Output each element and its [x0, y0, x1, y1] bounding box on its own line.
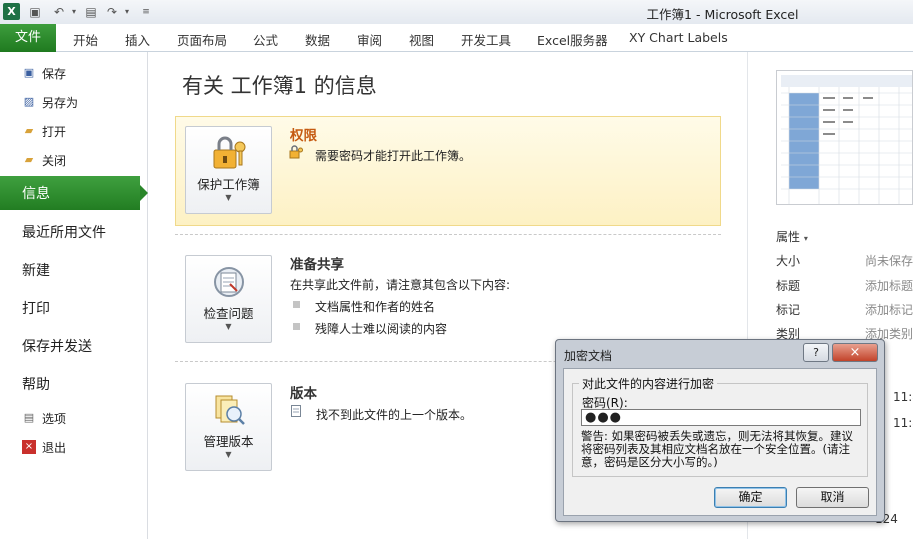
backstage-nav: ▣ 保存 ▨ 另存为 ▰ 打开 ▰ 关闭 信息 最近所用文件 新建 打印 保存并…	[0, 52, 148, 539]
prepare-item: 残障人士难以阅读的内容	[315, 322, 448, 336]
nav-save-as-label: 另存为	[42, 95, 79, 110]
lock-small-icon	[289, 145, 303, 159]
workbook-preview-thumbnail[interactable]	[776, 70, 913, 205]
bullet-icon	[293, 301, 300, 308]
section-divider	[175, 234, 721, 235]
property-size-value: 尚未保存	[865, 254, 913, 268]
cancel-button[interactable]: 取消	[796, 487, 869, 508]
document-small-icon	[291, 405, 301, 417]
nav-exit-label: 退出	[42, 440, 67, 455]
nav-help[interactable]: 帮助	[22, 374, 50, 394]
manage-versions-label: 管理版本	[203, 434, 254, 449]
property-title-input[interactable]: 添加标题	[865, 277, 913, 294]
versions-icon	[215, 395, 245, 425]
property-tags-label: 标记	[776, 303, 801, 317]
tab-file[interactable]: 文件	[0, 24, 56, 52]
nav-save[interactable]: ▣ 保存	[22, 63, 66, 83]
dialog-body: 对此文件的内容进行加密 密码(R): ●●● 警告: 如果密码被丢失或遗忘，则无…	[563, 368, 877, 516]
nav-recent[interactable]: 最近所用文件	[22, 222, 106, 242]
nav-open-label: 打开	[42, 124, 67, 139]
warning-text: 警告: 如果密码被丢失或遗忘，则无法将其恢复。建议将密码列表及其相应文档名放在一…	[581, 429, 854, 469]
tab-review[interactable]: 审阅	[357, 30, 382, 49]
nav-options-label: 选项	[42, 411, 67, 426]
permissions-heading: 权限	[290, 128, 317, 144]
inspect-document-icon	[214, 267, 244, 297]
tab-xy-chart-labels[interactable]: XY Chart Labels	[629, 30, 728, 45]
title-bar: X ▣ ↶ ▾ ▤ ↷ ▾ ≡ 工作簿1 - Microsoft Excel	[0, 0, 913, 24]
save-as-icon: ▨	[23, 95, 35, 108]
chevron-down-icon: ▼	[225, 322, 232, 331]
exit-icon: ×	[22, 440, 36, 454]
customize-toolbar-icon[interactable]: ≡	[138, 4, 154, 20]
help-button[interactable]: ?	[803, 343, 829, 362]
undo-dropdown-icon[interactable]: ▾	[66, 4, 82, 20]
prepare-item: 文档属性和作者的姓名	[315, 300, 436, 314]
nav-close-label: 关闭	[42, 153, 67, 168]
tab-view[interactable]: 视图	[409, 30, 434, 49]
chevron-down-icon: ▼	[225, 450, 232, 459]
redo-dropdown-icon[interactable]: ▾	[119, 4, 135, 20]
save-icon[interactable]: ▣	[27, 4, 43, 20]
nav-save-as[interactable]: ▨ 另存为	[22, 92, 78, 112]
nav-close[interactable]: ▰ 关闭	[22, 150, 66, 170]
dialog-title: 加密文档	[564, 349, 613, 363]
window-title: 工作簿1 - Microsoft Excel	[646, 7, 799, 22]
close-button[interactable]: ×	[832, 343, 878, 362]
nav-open[interactable]: ▰ 打开	[22, 121, 66, 141]
protect-workbook-label: 保护工作簿	[197, 177, 260, 192]
properties-heading[interactable]: 属性 ▾	[776, 228, 808, 245]
tab-insert[interactable]: 插入	[125, 30, 150, 49]
nav-new[interactable]: 新建	[22, 260, 50, 280]
open-folder-icon: ▰	[24, 124, 34, 137]
versions-heading: 版本	[290, 386, 317, 402]
nav-info[interactable]: 信息	[0, 176, 148, 210]
undo-icon[interactable]: ↶	[51, 4, 67, 20]
bullet-icon	[293, 323, 300, 330]
prepare-heading: 准备共享	[290, 257, 344, 273]
password-input[interactable]: ●●●	[581, 409, 861, 426]
check-issues-label: 检查问题	[203, 306, 254, 321]
chevron-down-icon: ▾	[803, 234, 808, 243]
tab-excel-server[interactable]: Excel服务器	[537, 30, 608, 49]
property-title-label: 标题	[776, 279, 801, 293]
nav-info-label: 信息	[22, 186, 50, 202]
nav-save-send[interactable]: 保存并发送	[22, 336, 92, 356]
groupbox-label: 对此文件的内容进行加密	[579, 375, 718, 392]
encrypt-document-dialog: 加密文档 ? × 对此文件的内容进行加密 密码(R): ●●● 警告: 如果密码…	[555, 339, 885, 522]
tab-home[interactable]: 开始	[73, 30, 98, 49]
property-tags-input[interactable]: 添加标记	[865, 301, 913, 318]
options-icon: ▤	[23, 411, 35, 424]
nav-save-label: 保存	[42, 66, 67, 81]
property-size-label: 大小	[776, 254, 801, 268]
nav-print[interactable]: 打印	[22, 298, 50, 318]
page-title: 有关 工作簿1 的信息	[182, 74, 377, 98]
tab-page-layout[interactable]: 页面布局	[177, 30, 227, 49]
versions-text: 找不到此文件的上一个版本。	[316, 408, 473, 422]
permissions-text: 需要密码才能打开此工作簿。	[315, 149, 472, 163]
property-date-value: 11:4	[893, 416, 913, 430]
property-date-value: 11:4	[893, 390, 913, 404]
spreadsheet-preview-image	[777, 71, 912, 204]
tab-data[interactable]: 数据	[305, 30, 330, 49]
chevron-down-icon: ▼	[225, 193, 232, 202]
redo-icon[interactable]: ↷	[104, 4, 120, 20]
check-issues-button[interactable]: 检查问题 ▼	[185, 255, 272, 343]
manage-versions-button[interactable]: 管理版本 ▼	[185, 383, 272, 471]
close-folder-icon: ▰	[24, 153, 34, 166]
ribbon-tab-row: 文件 开始 插入 页面布局 公式 数据 审阅 视图 开发工具 Excel服务器 …	[0, 24, 913, 52]
protect-workbook-button[interactable]: 保护工作簿 ▼	[185, 126, 272, 214]
prepare-text: 在共享此文件前，请注意其包含以下内容:	[290, 278, 511, 292]
save-icon: ▣	[23, 66, 35, 79]
lock-key-icon	[213, 136, 246, 169]
nav-options[interactable]: ▤ 选项	[22, 408, 66, 428]
excel-app-icon[interactable]: X	[3, 3, 20, 20]
tab-formulas[interactable]: 公式	[253, 30, 278, 49]
ok-button[interactable]: 确定	[714, 487, 787, 508]
nav-exit[interactable]: × 退出	[22, 437, 66, 457]
tab-developer[interactable]: 开发工具	[461, 30, 511, 49]
image-icon[interactable]: ▤	[83, 4, 99, 20]
